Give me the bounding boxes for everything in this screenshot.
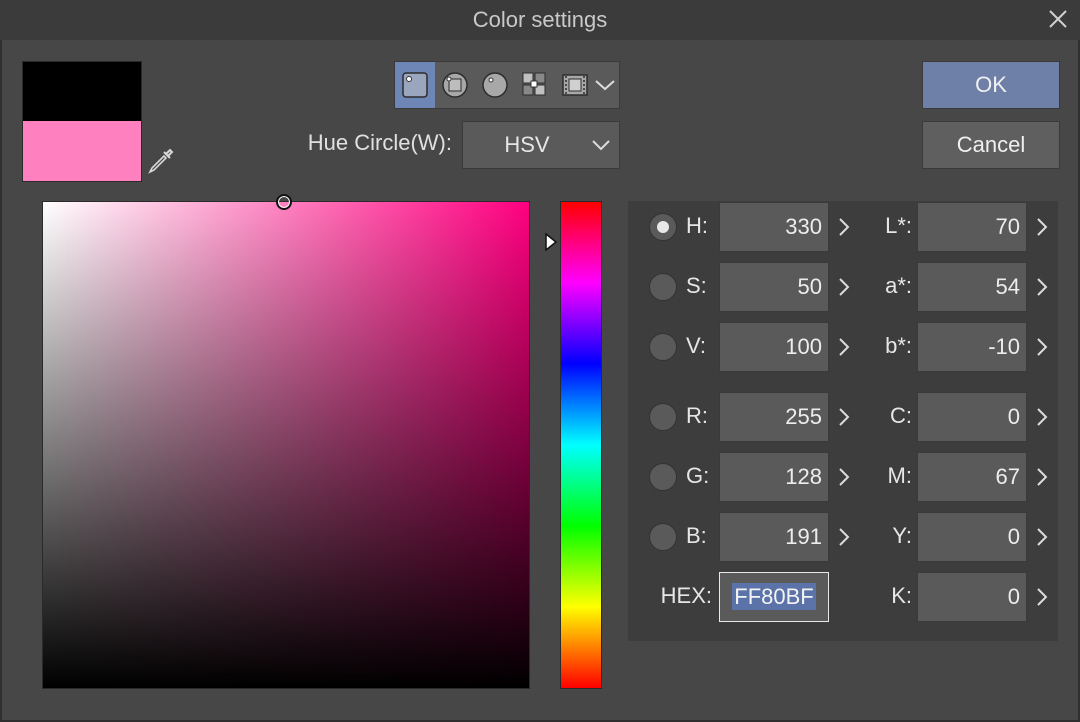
hue-slider[interactable] — [560, 201, 602, 689]
picker-cursor[interactable] — [276, 194, 292, 210]
color-set-icon — [522, 72, 546, 96]
chevron-right-icon[interactable] — [1035, 277, 1049, 297]
eyedropper-icon[interactable] — [146, 146, 176, 176]
chevron-right-icon[interactable] — [837, 337, 851, 357]
field-b[interactable]: -10 — [917, 322, 1027, 372]
intermediate-color-icon — [562, 74, 588, 96]
radio-s[interactable] — [649, 273, 677, 301]
title-bar: Color settings — [0, 0, 1080, 40]
label-c: C: — [890, 403, 912, 428]
chevron-right-icon[interactable] — [1035, 527, 1049, 547]
view-mode-toolbar — [394, 61, 620, 109]
field-y[interactable]: 0 — [917, 512, 1027, 562]
field-c[interactable]: 0 — [917, 392, 1027, 442]
chevron-right-icon[interactable] — [837, 467, 851, 487]
label-m: M: — [887, 463, 912, 488]
label-b: b*: — [885, 333, 912, 358]
hue-circle-rgb-icon — [442, 72, 468, 98]
radio-b[interactable] — [649, 523, 677, 551]
field-a[interactable]: 54 — [917, 262, 1027, 312]
chevron-right-icon[interactable] — [1035, 587, 1049, 607]
chevron-right-icon[interactable] — [837, 217, 851, 237]
chevron-right-icon[interactable] — [1035, 407, 1049, 427]
hex-value-selection: FF80BF — [732, 583, 816, 610]
hue-circle-value: HSV — [504, 132, 550, 157]
color-swatches — [22, 61, 142, 182]
ok-button[interactable]: OK — [922, 61, 1060, 109]
field-s[interactable]: 50 — [719, 262, 829, 312]
field-r[interactable]: 255 — [719, 392, 829, 442]
close-icon[interactable] — [1042, 3, 1074, 35]
radio-g[interactable] — [649, 463, 677, 491]
saturation-value-picker[interactable] — [42, 201, 530, 689]
radio-h[interactable] — [649, 213, 677, 241]
hue-circle-mode-button[interactable] — [475, 62, 515, 108]
chevron-right-icon[interactable] — [837, 407, 851, 427]
radio-r[interactable] — [649, 403, 677, 431]
field-m[interactable]: 67 — [917, 452, 1027, 502]
chevron-right-icon[interactable] — [837, 277, 851, 297]
field-v[interactable]: 100 — [719, 322, 829, 372]
label-y: Y: — [892, 523, 912, 548]
field-b[interactable]: 191 — [719, 512, 829, 562]
chevron-right-icon[interactable] — [1035, 217, 1049, 237]
hue-circle-select[interactable]: HSV — [462, 121, 620, 169]
field-g[interactable]: 128 — [719, 452, 829, 502]
intermediate-color-mode-button[interactable] — [555, 62, 595, 108]
chevron-down-icon — [592, 140, 610, 151]
color-square-icon — [402, 72, 428, 98]
hue-circle-rgb-mode-button[interactable] — [435, 62, 475, 108]
label-k: K: — [891, 583, 912, 608]
field-h[interactable]: 330 — [719, 202, 829, 252]
sub-color-swatch[interactable] — [23, 121, 141, 181]
field-k[interactable]: 0 — [917, 572, 1027, 622]
hue-slider-marker-icon[interactable] — [544, 233, 558, 251]
main-color-swatch[interactable] — [23, 62, 141, 121]
chevron-down-icon — [595, 80, 615, 91]
color-set-mode-button[interactable] — [515, 62, 555, 108]
hex-label: HEX: — [660, 583, 712, 608]
view-mode-dropdown[interactable] — [591, 62, 619, 108]
cancel-button[interactable]: Cancel — [922, 121, 1060, 169]
color-square-mode-button[interactable] — [395, 62, 435, 108]
window-title: Color settings — [472, 7, 608, 32]
chevron-right-icon[interactable] — [1035, 467, 1049, 487]
chevron-right-icon[interactable] — [837, 527, 851, 547]
hex-input[interactable]: FF80BF — [719, 572, 829, 622]
radio-v[interactable] — [649, 333, 677, 361]
field-l[interactable]: 70 — [917, 202, 1027, 252]
hue-circle-icon — [482, 72, 508, 98]
label-a: a*: — [885, 273, 912, 298]
label-l: L*: — [885, 213, 912, 238]
chevron-right-icon[interactable] — [1035, 337, 1049, 357]
hue-circle-label: Hue Circle(W): — [307, 130, 452, 155]
